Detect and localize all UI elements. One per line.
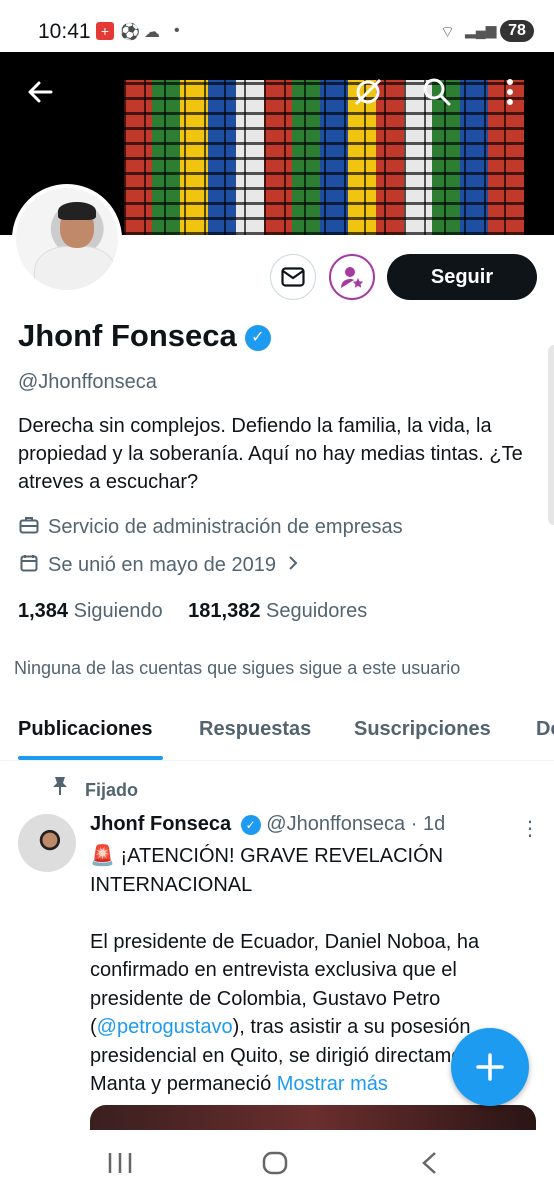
- tab-suscripciones[interactable]: Suscripciones: [354, 718, 491, 741]
- wifi-icon: ⌔: [440, 24, 456, 41]
- soccer-ball-icon: ⚽: [120, 24, 140, 41]
- pinned-label: Fijado: [52, 776, 138, 801]
- profile-handle: @Jhonffonseca: [18, 371, 157, 393]
- recent-apps-icon[interactable]: [107, 1150, 133, 1182]
- back-icon[interactable]: [420, 1150, 438, 1182]
- siren-icon: 🚨: [90, 845, 115, 867]
- tweet-more-icon[interactable]: ⋮: [520, 816, 540, 841]
- tweet-time: · 1d: [410, 813, 446, 835]
- mutual-followers-note: Ninguna de las cuentas que sigues sigue …: [14, 658, 461, 678]
- profile-joined[interactable]: Se unió en mayo de 2019: [18, 554, 298, 577]
- battery-indicator: 78: [500, 20, 534, 42]
- tweet-author-handle: @Jhonffonseca: [266, 813, 406, 835]
- search-icon[interactable]: [415, 70, 459, 114]
- arrow-left-icon[interactable]: [18, 70, 62, 114]
- mention-link[interactable]: @petrogustavo: [97, 1016, 233, 1038]
- subscribe-button[interactable]: [329, 254, 375, 300]
- compose-button[interactable]: [451, 1028, 529, 1106]
- profile-bio: Derecha sin complejos. Defiendo la famil…: [18, 415, 523, 493]
- profile-stats: 1,384 Siguiendo 181,382 Seguidores: [18, 600, 367, 623]
- chevron-right-icon: [288, 554, 298, 577]
- status-bar: 10:41 + ⚽ ☁ • ⌔ ▂▄▆ 78: [0, 0, 554, 52]
- status-time: 10:41: [38, 20, 91, 43]
- hide-icon[interactable]: [346, 70, 390, 114]
- profile-category: Servicio de administración de empresas: [18, 516, 403, 539]
- profile-name-text: Jhonf Fonseca: [18, 318, 237, 353]
- tab-destacados[interactable]: De: [536, 718, 554, 741]
- verified-badge-icon: ✓: [240, 814, 261, 835]
- system-nav-bar: [0, 1130, 554, 1200]
- active-tab-indicator: [18, 756, 163, 760]
- profile-tabs: Publicaciones Respuestas Suscripciones D…: [0, 700, 554, 761]
- banner-image: [124, 80, 524, 235]
- tweet-author-name[interactable]: Jhonf Fonseca: [90, 813, 231, 835]
- dot-icon: •: [174, 22, 180, 39]
- signal-icon: ▂▄▆: [465, 22, 497, 38]
- briefcase-icon: [18, 516, 40, 539]
- followers-link[interactable]: 181,382 Seguidores: [188, 600, 367, 622]
- tab-publicaciones[interactable]: Publicaciones: [18, 718, 153, 741]
- cloud-icon: ☁: [144, 24, 160, 41]
- message-button[interactable]: [270, 254, 316, 300]
- show-more-link[interactable]: Mostrar más: [277, 1073, 388, 1095]
- more-vertical-icon[interactable]: [488, 70, 532, 114]
- profile-avatar[interactable]: [12, 184, 122, 294]
- following-link[interactable]: 1,384 Siguiendo: [18, 600, 163, 622]
- verified-badge-icon: ✓: [244, 324, 271, 351]
- envelope-icon: [281, 267, 305, 287]
- swiss-flag-icon: +: [96, 22, 114, 40]
- calendar-icon: [18, 554, 40, 577]
- person-star-icon: [341, 267, 364, 288]
- tweet-header: Jhonf Fonseca ✓ @Jhonffonseca · 1d: [90, 813, 445, 836]
- scroll-handle[interactable]: [548, 345, 554, 525]
- home-icon[interactable]: [262, 1150, 288, 1182]
- tab-respuestas[interactable]: Respuestas: [199, 718, 311, 741]
- follow-button[interactable]: Seguir: [387, 254, 537, 300]
- pin-icon: [52, 776, 80, 801]
- tweet-avatar[interactable]: [18, 814, 76, 872]
- plus-icon: [476, 1053, 504, 1081]
- profile-name: Jhonf Fonseca ✓: [18, 318, 271, 354]
